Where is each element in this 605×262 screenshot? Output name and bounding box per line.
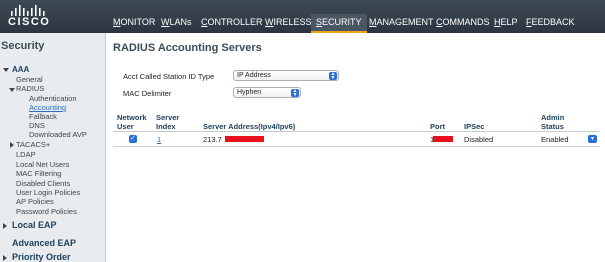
sidebar-item-dns[interactable]: DNS [29,121,45,130]
top-header: CISCO MONITOR WLANs CONTROLLER WIRELESS … [0,0,605,33]
sidebar-item-priority-order[interactable]: Priority Order [12,252,71,262]
row-actions-dropdown-icon[interactable]: ▼ [588,135,597,143]
sidebar-item-radius[interactable]: RADIUS [16,84,44,93]
nav-commands[interactable]: COMMANDS [436,17,490,27]
sidebar-item-authentication[interactable]: Authentication [29,94,77,103]
sidebar-item-ap-policies[interactable]: AP Policies [16,197,54,206]
server-index-link[interactable]: 1 [157,135,161,144]
nav-monitor[interactable]: MONITOR [113,17,155,27]
sidebar-item-advanced-eap[interactable]: Advanced EAP [12,238,76,248]
admin-status-value: Enabled [541,135,569,144]
sidebar: Security AAA General RADIUS Authenticati… [0,33,106,262]
expand-local-eap-icon[interactable] [3,223,7,229]
col-network-user: Network User [117,113,147,131]
sidebar-item-tacacs[interactable]: TACACS+ [16,140,50,149]
network-user-checkbox[interactable]: ✓ [129,135,137,143]
col-server-index: Server Index [156,113,180,131]
acct-called-station-select[interactable]: IP Address ▲ ▼ [233,70,339,81]
col-port: Port [430,122,445,131]
col-admin-status: Admin Status [541,113,565,131]
redaction-mark [225,136,264,142]
expand-tacacs-icon[interactable] [10,142,14,148]
nav-management[interactable]: MANAGEMENT [369,17,434,27]
nav-controller[interactable]: CONTROLLER [201,17,263,27]
sidebar-item-general[interactable]: General [16,75,43,84]
collapse-aaa-icon[interactable] [3,68,9,72]
mac-delimiter-label: MAC Delimiter [123,89,172,98]
table-row-divider [113,146,600,147]
mac-delimiter-select[interactable]: Hyphen ▲ ▼ [233,87,301,98]
sidebar-item-user-login-policies[interactable]: User Login Policies [16,188,80,197]
cisco-bars-icon [11,5,45,16]
sidebar-item-password-policies[interactable]: Password Policies [16,207,77,216]
nav-security[interactable]: SECURITY [311,14,367,33]
nav-wireless[interactable]: WIRELESS [265,17,312,27]
nav-feedback[interactable]: FEEDBACK [526,17,575,27]
sidebar-item-mac-filtering[interactable]: MAC Filtering [16,169,61,178]
nav-wlans[interactable]: WLANs [161,17,192,27]
server-address-value: 213.7 [203,135,222,144]
nav-help[interactable]: HELP [494,17,518,27]
sidebar-item-local-eap[interactable]: Local EAP [12,220,57,230]
sidebar-item-ldap[interactable]: LDAP [16,150,36,159]
cisco-logo: CISCO [8,3,51,31]
mac-delimiter-value: Hyphen [237,89,262,96]
ipsec-value: Disabled [464,135,494,144]
sidebar-item-accounting[interactable]: Accounting [29,103,66,112]
sidebar-item-aaa[interactable]: AAA [12,65,29,74]
redaction-mark [433,136,453,142]
table-header-divider [113,131,600,132]
page-title: RADIUS Accounting Servers [113,42,262,54]
sidebar-item-fallback[interactable]: Fallback [29,112,57,121]
sidebar-item-local-net-users[interactable]: Local Net Users [16,160,69,169]
sidebar-item-downloaded-avp[interactable]: Downloaded AVP [29,130,87,139]
select-arrows-icon: ▲ ▼ [329,71,337,81]
logo-text: CISCO [8,16,51,28]
acct-called-station-value: IP Address [237,72,271,79]
sidebar-title: Security [1,40,45,52]
col-ipsec: IPSec [464,122,485,131]
collapse-radius-icon[interactable] [9,88,15,92]
sidebar-item-disabled-clients[interactable]: Disabled Clients [16,179,70,188]
col-server-address: Server Address(Ipv4/Ipv6) [203,122,296,131]
expand-priority-order-icon[interactable] [3,255,7,261]
select-arrows-icon: ▲ ▼ [291,88,299,98]
acct-called-station-label: Acct Called Station ID Type [123,72,215,81]
